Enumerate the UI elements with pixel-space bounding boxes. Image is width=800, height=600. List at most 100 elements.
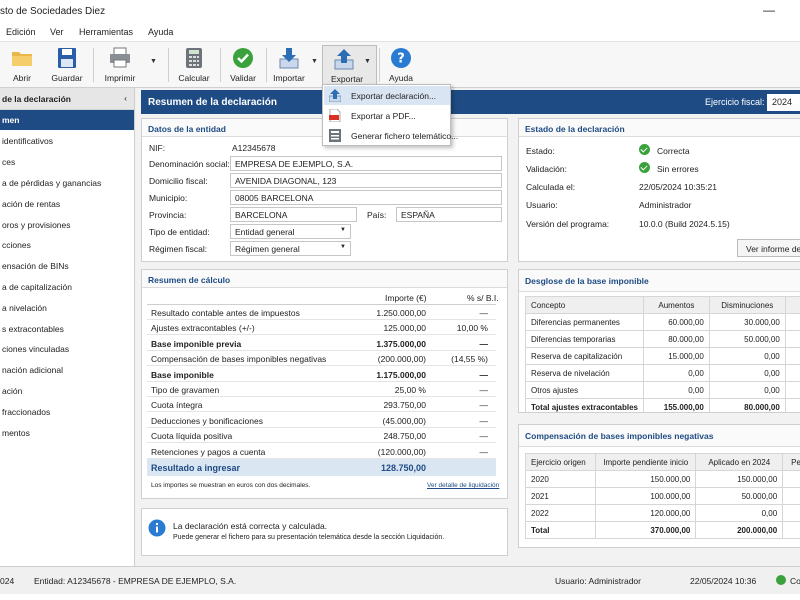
table-row: Diferencias temporarias 80.000,00 50.000,0…: [525, 330, 800, 348]
calculation-row-amount: (200.000,00): [377, 354, 426, 365]
liquidation-detail-link[interactable]: Ver detalle de liquidación: [427, 482, 499, 489]
print-button[interactable]: Imprimir: [100, 45, 140, 85]
sidebar-item[interactable]: a de pérdidas y ganancias: [0, 173, 134, 193]
table-row: Diferencias permanentes 60.000,00 30.000,0…: [525, 313, 800, 331]
entity-type-select[interactable]: Entidad general ▼: [230, 224, 351, 239]
table-cell: 0,00: [643, 364, 710, 382]
sidebar-item[interactable]: ces: [0, 152, 134, 172]
toolbar: Abrir Guardar Imprimir ▼ Calcular Valida…: [0, 42, 800, 88]
validation-report-button[interactable]: Ver informe de va: [737, 239, 800, 257]
chevron-down-icon: ▼: [340, 227, 346, 233]
menu-herramientas[interactable]: Herramientas: [79, 27, 133, 37]
menu-ayuda[interactable]: Ayuda: [148, 27, 173, 37]
table-cell: 0,00: [695, 504, 784, 522]
chevron-down-icon: ▼: [340, 244, 346, 250]
menu-item-generate-file[interactable]: Generar fichero telemático...: [324, 126, 458, 145]
sidebar-item[interactable]: a nivelación: [0, 298, 134, 318]
sidebar-item[interactable]: fraccionados: [0, 402, 134, 422]
table-cell: 5: [782, 487, 800, 505]
result-row: Resultado a ingresar 128.750,00: [147, 459, 496, 476]
table-cell: [782, 470, 800, 488]
state-panel: Estado de la declaración Estado: Correct…: [518, 118, 800, 262]
calculation-row-amount: 1.175.000,00: [376, 369, 426, 380]
column-header: Importe pendiente inicio: [595, 453, 697, 471]
fiscal-year-select[interactable]: 2024: [767, 94, 800, 111]
help-button[interactable]: ? Ayuda: [386, 45, 416, 85]
country-field[interactable]: ESPAÑA: [396, 207, 502, 222]
calculation-row: Tipo de gravamen 25,00 % —: [147, 382, 496, 397]
table-cell: 75: [784, 398, 800, 412]
calculator-icon: [183, 47, 205, 69]
name-field[interactable]: EMPRESA DE EJEMPLO, S.A.: [230, 156, 502, 171]
sidebar-item[interactable]: identificativos: [0, 131, 134, 151]
print-dropdown-arrow[interactable]: ▼: [150, 58, 157, 65]
calculation-row-label: Resultado contable antes de impuestos: [151, 308, 300, 318]
menu-ver[interactable]: Ver: [50, 27, 64, 37]
calculate-label: Calcular: [178, 73, 210, 83]
calculate-button[interactable]: Calcular: [176, 45, 212, 85]
sidebar-item[interactable]: ación de rentas: [0, 194, 134, 214]
table-cell: 50.000,00: [708, 330, 786, 348]
sidebar-item[interactable]: s extracontables: [0, 319, 134, 339]
help-label: Ayuda: [389, 73, 413, 83]
validation-value: Sin errores: [657, 164, 699, 174]
calculation-row: Retenciones y pagos a cuenta (120.000,00)…: [147, 444, 496, 459]
status-label: Estado:: [526, 146, 555, 156]
open-button[interactable]: Abrir: [5, 45, 39, 85]
open-label: Abrir: [13, 73, 31, 83]
table-cell: 100.000,00: [595, 487, 697, 505]
menu-item-export-pdf[interactable]: Exportar a PDF...: [324, 106, 450, 125]
calculation-row-label: Deducciones y bonificaciones: [151, 415, 263, 426]
sidebar-item[interactable]: a de capitalización: [0, 277, 134, 297]
import-dropdown-arrow[interactable]: ▼: [311, 58, 318, 65]
info-box: La declaración está correcta y calculada…: [141, 508, 508, 556]
calculation-row-label: Base imponible previa: [151, 338, 242, 349]
info-icon: [148, 519, 166, 539]
sidebar-item[interactable]: ación: [0, 381, 134, 401]
sidebar-item-resumen[interactable]: men: [0, 110, 134, 130]
result-label: Resultado a ingresar: [151, 463, 241, 473]
svg-text:?: ?: [397, 52, 405, 67]
sidebar-item[interactable]: nación adicional: [0, 360, 134, 380]
check-icon: [639, 144, 650, 155]
calculation-row-amount: (120.000,00): [377, 446, 426, 457]
column-header: [784, 296, 800, 314]
check-icon: [639, 162, 650, 173]
export-button[interactable]: Exportar: [322, 45, 377, 85]
fiscal-year-label: Ejercicio fiscal:: [705, 97, 765, 107]
sidebar-item[interactable]: ensación de BINs: [0, 256, 134, 276]
status-entity: Entidad: A12345678 - EMPRESA DE EJEMPLO,…: [34, 576, 237, 586]
province-field[interactable]: BARCELONA: [230, 207, 357, 222]
address-field[interactable]: AVENIDA DIAGONAL, 123: [230, 173, 502, 188]
sidebar-item[interactable]: ciones vinculadas: [0, 339, 134, 359]
calculated-value: 22/05/2024 10:35:21: [639, 182, 717, 192]
column-header: Pendie: [782, 453, 800, 471]
calculation-row-label: Retenciones y pagos a cuenta: [151, 446, 266, 457]
export-label: Exportar: [331, 74, 364, 84]
export-dropdown-arrow[interactable]: ▼: [364, 58, 371, 65]
sidebar-item[interactable]: mentos: [0, 423, 134, 443]
calculation-row-label: Tipo de gravamen: [151, 385, 220, 395]
regime-select[interactable]: Régimen general ▼: [230, 241, 351, 256]
bins-table: Ejercicio origen Importe pendiente inici…: [524, 453, 800, 539]
menu-item-export-declaration[interactable]: Exportar declaración...: [324, 86, 450, 105]
sidebar-item[interactable]: cciones: [0, 235, 134, 255]
menu-edicion[interactable]: Edición: [6, 27, 36, 37]
calculation-row-percent: —: [479, 446, 489, 457]
city-field[interactable]: 08005 BARCELONA: [230, 190, 502, 205]
calculation-panel-title: Resumen de cálculo: [142, 270, 507, 288]
table-cell: Total ajustes extracontables: [525, 398, 644, 412]
telematic-file-icon: [329, 129, 341, 142]
import-button[interactable]: Importar: [271, 45, 307, 85]
sidebar-item[interactable]: oros y provisiones: [0, 215, 134, 235]
menu-bar: Edición Ver Herramientas Ayuda: [0, 24, 800, 42]
page-header: Resumen de la declaración Ejercicio fisc…: [141, 90, 800, 114]
minimize-button[interactable]: —: [763, 3, 775, 17]
calculation-row-percent: —: [479, 385, 489, 395]
calculation-row-label: Cuota íntegra: [151, 400, 203, 411]
save-button[interactable]: Guardar: [48, 45, 86, 85]
export-icon: [333, 48, 355, 70]
status-connection: Co: [790, 576, 800, 586]
validate-button[interactable]: Validar: [227, 45, 259, 85]
collapse-chevron-icon[interactable]: ‹: [124, 93, 127, 103]
